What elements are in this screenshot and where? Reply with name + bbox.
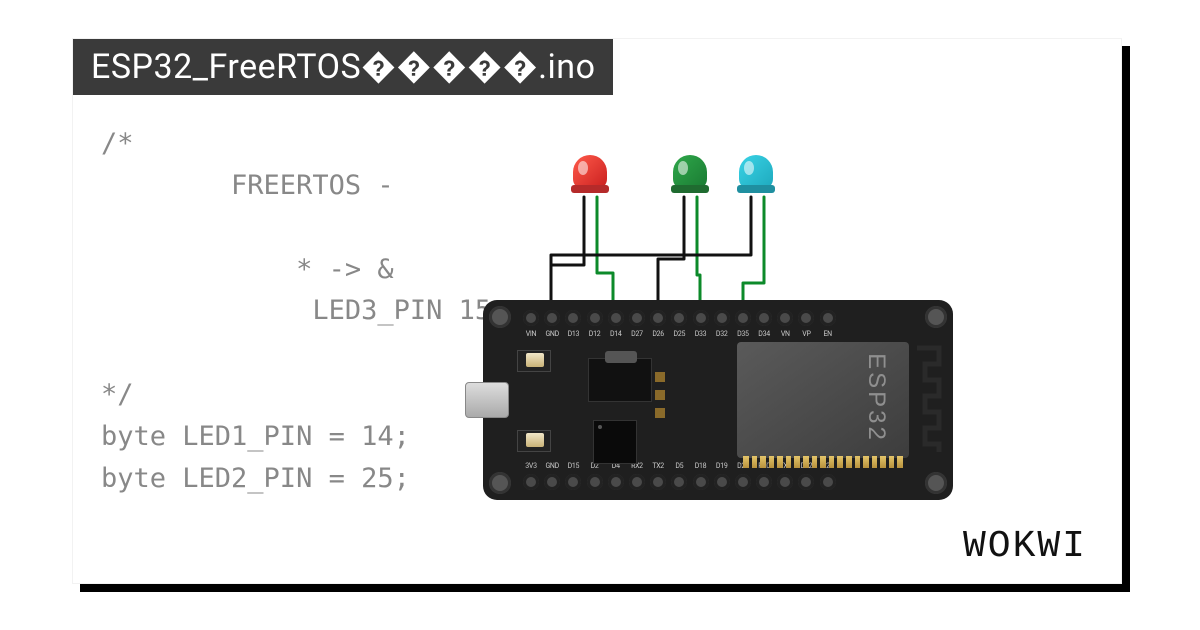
pin-label: D15 (565, 462, 581, 470)
pin-label: GND (544, 330, 560, 338)
pin-label: 3V3 (523, 462, 539, 470)
pin-labels-top: VIN GND D13 D12 D14 D27 D26 D25 D33 D32 D35 D34 VN VP… (523, 330, 836, 338)
esp32-shield: ESP32 (737, 342, 909, 458)
led-green (671, 155, 709, 211)
pin-header-top (523, 310, 836, 326)
code-line: LED3_PIN 15 (101, 295, 491, 326)
pin-label: D34 (756, 330, 772, 338)
wokwi-logo: WOKWI (963, 525, 1087, 568)
esp32-board: VIN GND D13 D12 D14 D27 D26 D25 D33 D32 D35 D34 VN VP… (483, 300, 953, 500)
pin-label: D35 (735, 330, 751, 338)
usb-serial-chip (593, 420, 637, 464)
pin-label: D18 (693, 462, 709, 470)
file-title-text: ESP32_FreeRTOS�����.ino (91, 47, 595, 87)
code-line: * -> & (101, 254, 394, 285)
mount-hole (489, 472, 511, 494)
pin-label: VN (777, 330, 793, 338)
module-pads (743, 456, 903, 468)
pin-label: D14 (608, 330, 624, 338)
led-red (571, 155, 609, 211)
code-line: byte LED2_PIN = 25; (101, 463, 410, 494)
content-area: /* FREERTOS - * -> & LED3_PIN 15 */ byte… (73, 95, 1121, 584)
reset-button[interactable] (517, 430, 551, 452)
pin-label: D25 (671, 330, 687, 338)
pin-label: D13 (565, 330, 581, 338)
code-line: byte LED1_PIN = 14; (101, 421, 410, 452)
mount-hole (925, 472, 947, 494)
pin-label: D19 (714, 462, 730, 470)
mount-hole (489, 306, 511, 328)
pin-label: VIN (523, 330, 539, 338)
code-snippet: /* FREERTOS - * -> & LED3_PIN 15 */ byte… (101, 123, 461, 500)
pin-label: D33 (693, 330, 709, 338)
mount-hole (925, 306, 947, 328)
pin-label: EN (820, 330, 836, 338)
preview-card: ESP32_FreeRTOS�����.ino /* FREERTOS - * … (72, 38, 1122, 584)
pin-label: D32 (714, 330, 730, 338)
capacitors (655, 372, 665, 418)
chip-label: ESP32 (862, 353, 890, 443)
voltage-regulator (588, 358, 652, 402)
pin-label: D12 (587, 330, 603, 338)
wifi-antenna (913, 344, 943, 456)
brand-text: WOKWI (963, 525, 1087, 568)
circuit-diagram: VIN GND D13 D12 D14 D27 D26 D25 D33 D32 D35 D34 VN VP… (453, 155, 973, 515)
code-line: /* (101, 128, 134, 159)
pin-label: TX2 (650, 462, 666, 470)
pin-label: D26 (650, 330, 666, 338)
usb-port (465, 382, 509, 418)
file-title-tab: ESP32_FreeRTOS�����.ino (73, 39, 613, 95)
code-line: FREERTOS - (101, 170, 394, 201)
pin-label: D27 (629, 330, 645, 338)
led-blue (737, 155, 775, 211)
boot-button[interactable] (517, 350, 551, 372)
pin-label: VP (798, 330, 814, 338)
pin-header-bottom (523, 474, 836, 490)
pin-label: D5 (671, 462, 687, 470)
pin-label: GND (544, 462, 560, 470)
code-line: */ (101, 379, 134, 410)
